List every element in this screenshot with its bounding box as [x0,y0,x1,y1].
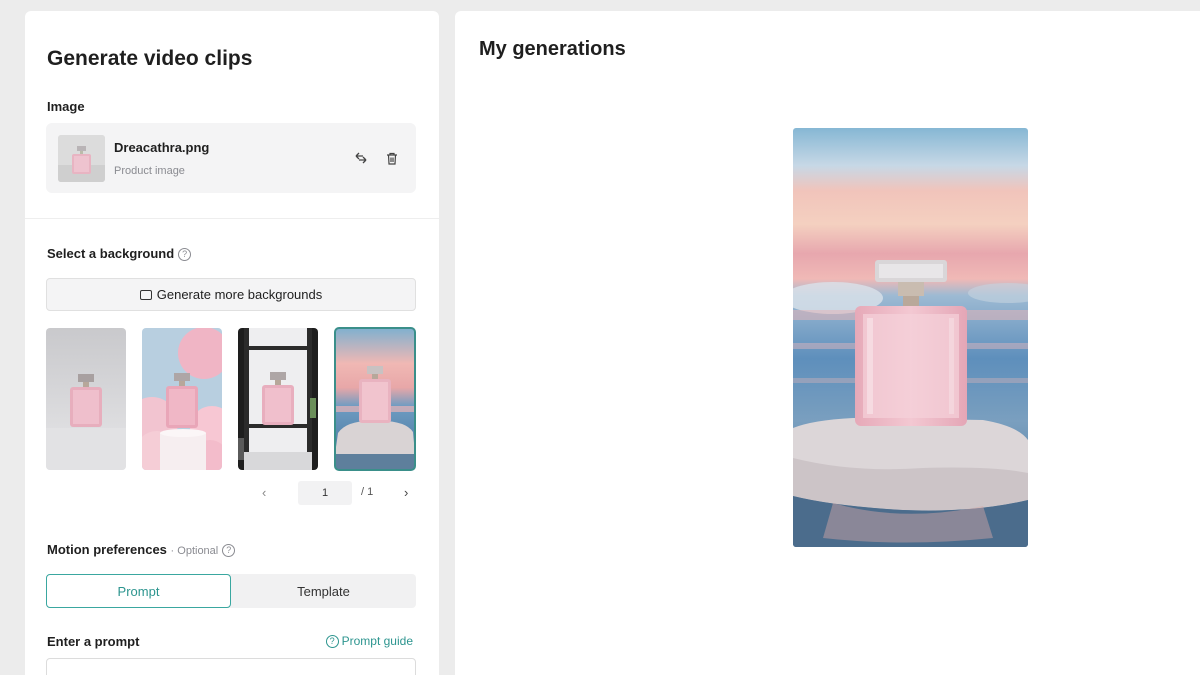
trash-icon[interactable] [383,149,401,167]
motion-tabs: Prompt Template [46,574,416,608]
generation-preview[interactable] [793,128,1028,547]
tab-template[interactable]: Template [231,574,416,608]
prompt-textarea[interactable] [46,658,416,675]
panel-title: Generate video clips [47,47,253,70]
section-divider [25,218,439,219]
file-subtitle: Product image [114,165,185,177]
optional-tag: · Optional [170,545,219,557]
background-section-label: Select a background? [47,246,192,261]
replace-icon[interactable] [352,149,370,167]
page-number-input[interactable] [298,481,352,505]
uploaded-image-card: Dreacathra.png Product image [46,123,416,193]
chevron-left-icon[interactable]: ‹ [262,485,266,500]
prompt-guide-link[interactable]: ? Prompt guide [325,634,413,648]
generate-more-label: Generate more backgrounds [156,287,323,302]
prompt-label: Enter a prompt [47,634,140,649]
product-thumbnail [58,135,105,182]
background-option-glass-display[interactable] [238,328,318,470]
tab-prompt[interactable]: Prompt [46,574,231,608]
image-icon [139,289,152,300]
generate-more-backgrounds-button[interactable]: Generate more backgrounds [46,278,416,311]
prompt-guide-label: Prompt guide [341,634,413,648]
chevron-right-icon[interactable]: › [404,485,408,500]
background-option-pink-clouds[interactable] [142,328,222,470]
image-section-label: Image [47,99,85,114]
help-icon: ? [325,634,339,648]
generations-panel: My generations [455,11,1200,675]
background-option-sunset-rock[interactable] [334,327,416,471]
background-option-grey-studio[interactable] [46,328,126,470]
generate-panel: Generate video clips Image Dreacathra.pn… [25,11,439,675]
generations-title: My generations [479,38,626,60]
motion-section-label: Motion preferences · Optional? [47,542,236,557]
page-total: / 1 [361,486,374,498]
background-pagination: ‹ / 1 › [25,481,439,505]
background-label-text: Select a background [47,246,175,261]
motion-label-text: Motion preferences [47,542,167,557]
help-icon[interactable]: ? [178,247,192,261]
help-icon[interactable]: ? [222,543,236,557]
file-name: Dreacathra.png [114,140,210,155]
